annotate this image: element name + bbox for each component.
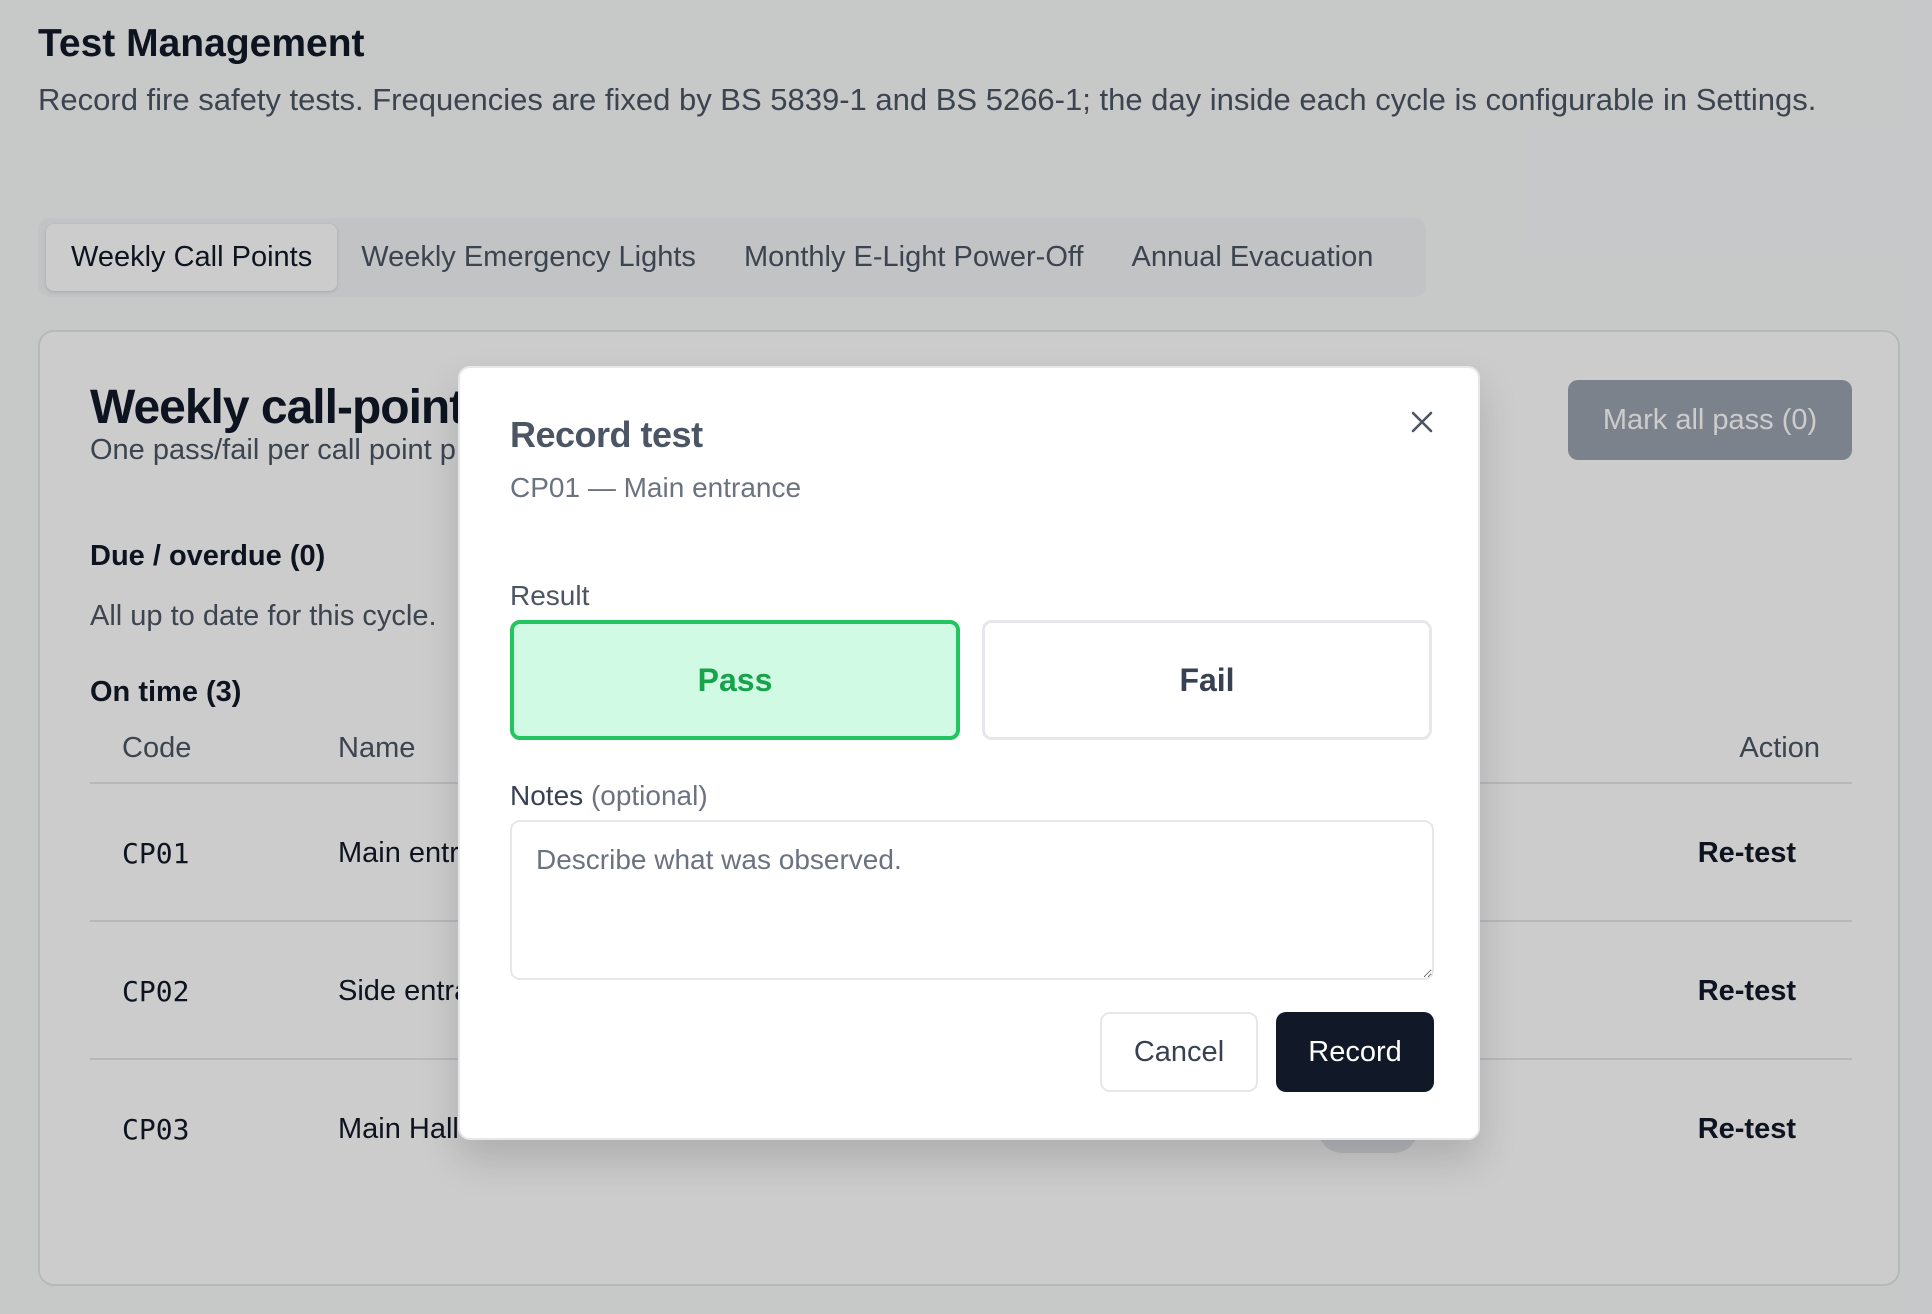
notes-textarea[interactable] <box>510 820 1434 980</box>
record-test-dialog: Record test CP01 — Main entrance Result … <box>458 366 1480 1140</box>
notes-label-text: Notes <box>510 780 584 811</box>
pass-option-button[interactable]: Pass <box>510 620 960 740</box>
dialog-subtitle: CP01 — Main entrance <box>510 472 802 503</box>
dialog-title: Record test <box>510 414 703 455</box>
fail-option-button[interactable]: Fail <box>982 620 1432 740</box>
result-label: Result <box>510 580 590 611</box>
notes-label: Notes (optional) <box>510 780 708 812</box>
close-icon[interactable] <box>1402 402 1442 442</box>
notes-optional-hint: (optional) <box>590 780 708 811</box>
record-button[interactable]: Record <box>1276 1012 1434 1092</box>
cancel-button[interactable]: Cancel <box>1100 1012 1258 1092</box>
